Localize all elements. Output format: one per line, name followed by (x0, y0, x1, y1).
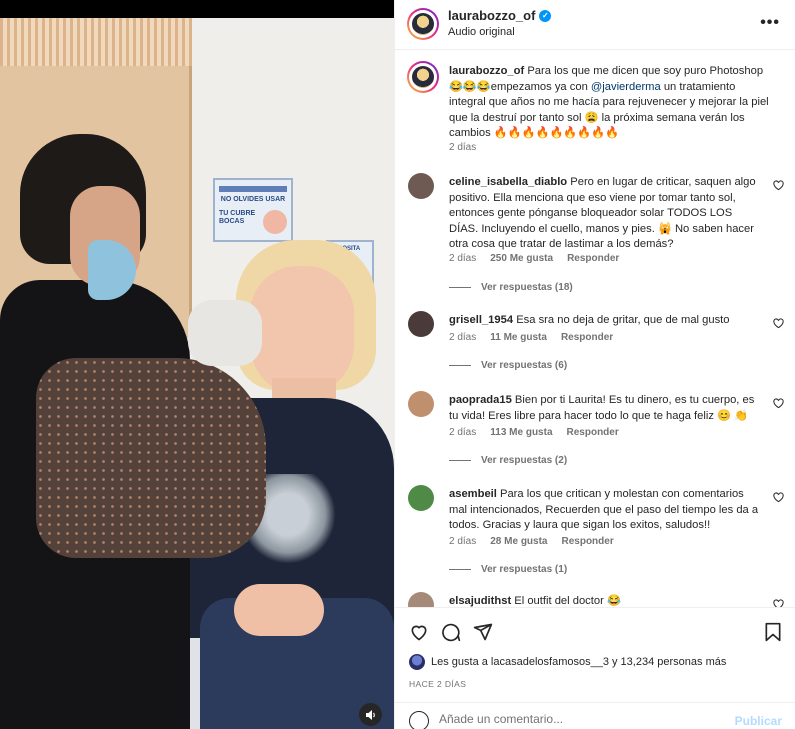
comment-avatar[interactable] (408, 592, 434, 607)
comment-avatar[interactable] (408, 391, 434, 417)
video-wall-poster: NO OLVIDES USAR TU CUBRE BOCAS (213, 178, 293, 242)
more-options-button[interactable]: ••• (760, 14, 780, 32)
comment-reply-button[interactable]: Responder (567, 427, 619, 438)
post-actions-bar (395, 607, 795, 655)
poster-text: TU CUBRE BOCAS (219, 210, 256, 225)
comment-bubble-icon[interactable] (441, 622, 461, 642)
like-heart-icon[interactable] (409, 622, 429, 642)
comment-reply-button[interactable]: Responder (562, 536, 614, 547)
comment-like-heart-icon[interactable] (773, 180, 784, 191)
comment-text: elsajudithst El outfit del doctor 😂 (449, 595, 621, 607)
comments-scroll-area[interactable]: laurabozzo_of Para los que me dicen que … (395, 51, 795, 607)
view-replies-button[interactable]: Ver respuestas (6) (449, 360, 567, 371)
instagram-post-window: NO OLVIDES USAR TU CUBRE BOCAS DEPOSITA … (0, 0, 795, 729)
comment-avatar[interactable] (408, 485, 434, 511)
post-header: laurabozzo_of ✓ Audio original ••• (395, 0, 795, 50)
comment-time[interactable]: 2 días (449, 536, 476, 547)
mute-toggle-button[interactable] (359, 703, 382, 726)
comment-likes[interactable]: 250 Me gusta (490, 253, 553, 264)
likes-text: Les gusta a lacasadelosfamosos__3 y 13,2… (431, 656, 727, 668)
view-replies-button[interactable]: Ver respuestas (2) (449, 455, 567, 466)
verified-badge-icon: ✓ (539, 9, 552, 22)
comment-like-heart-icon[interactable] (773, 318, 784, 329)
caption-mention-link[interactable]: @javierderma (591, 81, 661, 93)
comment-time[interactable]: 2 días (449, 332, 476, 343)
comment-like-heart-icon[interactable] (773, 492, 784, 503)
caption-text: laurabozzo_of Para los que me dicen que … (449, 65, 769, 140)
comment-likes[interactable]: 11 Me gusta (490, 332, 547, 343)
view-replies-button[interactable]: Ver respuestas (1) (449, 564, 567, 575)
comment-username[interactable]: grisell_1954 (449, 314, 513, 326)
author-avatar[interactable] (407, 8, 439, 40)
video-cabinet-top (0, 18, 192, 66)
poster-title: NO OLVIDES USAR (220, 196, 286, 203)
comment-reply-button[interactable]: Responder (567, 253, 619, 264)
author-username[interactable]: laurabozzo_of (448, 8, 535, 23)
add-comment-bar: Publicar (395, 702, 795, 729)
comment-text: celine_isabella_diablo Pero en lugar de … (449, 176, 756, 251)
caption-avatar[interactable] (407, 61, 439, 93)
comment-input[interactable] (439, 712, 719, 726)
publish-button[interactable]: Publicar (735, 714, 782, 728)
speaker-icon (365, 709, 375, 720)
doctor-studded-sleeve (36, 358, 266, 558)
more-dots-icon: ••• (760, 14, 780, 31)
comment-avatar[interactable] (408, 173, 434, 199)
comment-time[interactable]: 2 días (449, 427, 476, 438)
share-paper-plane-icon[interactable] (473, 622, 493, 642)
video-player[interactable]: NO OLVIDES USAR TU CUBRE BOCAS DEPOSITA (0, 18, 394, 729)
liker-avatar (409, 654, 425, 670)
comment-time[interactable]: 2 días (449, 253, 476, 264)
comment-avatar[interactable] (408, 311, 434, 337)
caption-username[interactable]: laurabozzo_of (449, 65, 524, 77)
comment-text: paoprada15 Bien por ti Laurita! Es tu di… (449, 394, 755, 422)
comment-username[interactable]: elsajudithst (449, 595, 511, 607)
comment-likes[interactable]: 28 Me gusta (490, 536, 547, 547)
comment-like-heart-icon[interactable] (773, 599, 784, 607)
save-bookmark-icon[interactable] (764, 622, 782, 642)
audio-label[interactable]: Audio original (448, 26, 515, 38)
patient-hands (234, 584, 324, 636)
post-side-panel: laurabozzo_of ✓ Audio original ••• laura… (394, 0, 795, 729)
caption-time[interactable]: 2 días (449, 142, 476, 153)
emoji-smiley-icon[interactable] (409, 711, 429, 729)
comment-text: asembeil Para los que critican y molesta… (449, 488, 759, 532)
comment-reply-button[interactable]: Responder (561, 332, 613, 343)
patient-face (250, 266, 354, 396)
doctor-glove (188, 300, 262, 366)
comment-like-heart-icon[interactable] (773, 398, 784, 409)
comment-username[interactable]: celine_isabella_diablo (449, 176, 567, 188)
comment-text: grisell_1954 Esa sra no deja de gritar, … (449, 314, 730, 326)
likes-summary[interactable]: Les gusta a lacasadelosfamosos__3 y 13,2… (409, 654, 726, 670)
comment-likes[interactable]: 113 Me gusta (490, 427, 552, 438)
comment-username[interactable]: asembeil (449, 488, 497, 500)
view-replies-button[interactable]: Ver respuestas (18) (449, 282, 573, 293)
posted-timestamp[interactable]: HACE 2 DÍAS (409, 679, 466, 689)
comment-username[interactable]: paoprada15 (449, 394, 512, 406)
